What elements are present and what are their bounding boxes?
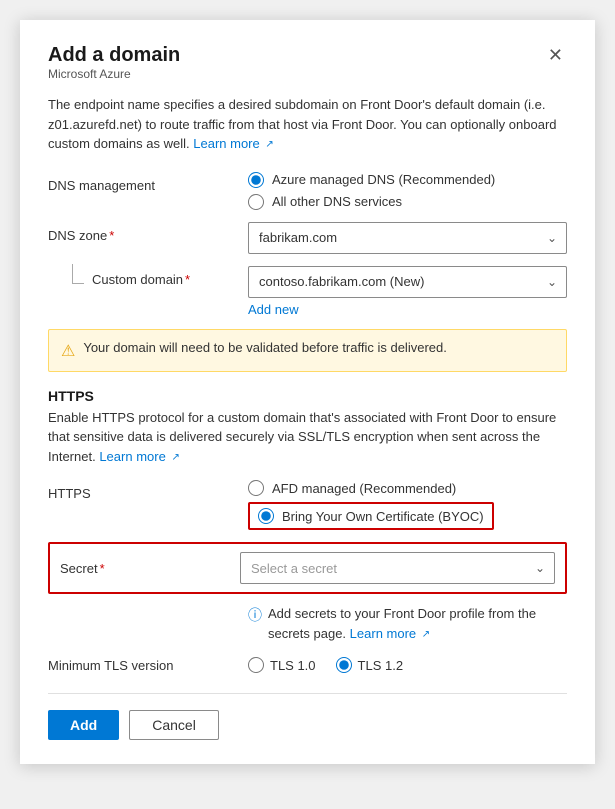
secret-learn-more-link[interactable]: Learn more ↗	[350, 626, 431, 641]
learn-more-link-1[interactable]: Learn more ↗	[193, 136, 274, 151]
external-link-icon-2: ↗	[171, 452, 179, 463]
secret-info-text: Add secrets to your Front Door profile f…	[268, 604, 567, 643]
add-domain-dialog: Add a domain Microsoft Azure ✕ The endpo…	[20, 20, 595, 764]
info-icon: ⓘ	[248, 605, 262, 625]
dns-zone-label: DNS zone*	[48, 222, 248, 243]
secret-label: Secret*	[60, 561, 240, 576]
https-section-title: HTTPS	[48, 388, 567, 404]
dns-management-label: DNS management	[48, 172, 248, 193]
tls-1-0-option[interactable]: TLS 1.0	[248, 657, 316, 673]
custom-domain-control: contoso.fabrikam.com (New) ⌄ Add new	[248, 266, 567, 317]
https-section-description: Enable HTTPS protocol for a custom domai…	[48, 408, 567, 467]
external-link-icon-1: ↗	[265, 139, 273, 150]
tls-1-2-radio[interactable]	[336, 657, 352, 673]
https-afd-radio[interactable]	[248, 480, 264, 496]
warning-text: Your domain will need to be validated be…	[83, 340, 447, 355]
dns-azure-option[interactable]: Azure managed DNS (Recommended)	[248, 172, 567, 188]
https-options: AFD managed (Recommended) Bring Your Own…	[248, 480, 567, 530]
https-byoc-radio[interactable]	[258, 508, 274, 524]
secret-select[interactable]: Select a secret	[240, 552, 555, 584]
tls-row: Minimum TLS version TLS 1.0 TLS 1.2	[48, 657, 567, 673]
dns-management-row: DNS management Azure managed DNS (Recomm…	[48, 172, 567, 210]
indent-indicator	[72, 264, 84, 284]
tls-1-0-radio[interactable]	[248, 657, 264, 673]
close-button[interactable]: ✕	[544, 44, 567, 66]
secret-row: Secret* Select a secret ⌄	[48, 542, 567, 594]
dns-zone-control: fabrikam.com ⌄	[248, 222, 567, 254]
custom-domain-row: Custom domain* contoso.fabrikam.com (New…	[48, 266, 567, 317]
dns-other-radio[interactable]	[248, 194, 264, 210]
byoc-highlight-box: Bring Your Own Certificate (BYOC)	[248, 502, 494, 530]
warning-icon: ⚠	[61, 341, 75, 361]
secret-info-row: ⓘ Add secrets to your Front Door profile…	[48, 604, 567, 643]
https-learn-more-link[interactable]: Learn more ↗	[99, 449, 180, 464]
https-section: HTTPS Enable HTTPS protocol for a custom…	[48, 388, 567, 531]
validation-warning: ⚠ Your domain will need to be validated …	[48, 329, 567, 372]
dialog-description: The endpoint name specifies a desired su…	[48, 95, 567, 154]
tls-label: Minimum TLS version	[48, 658, 248, 673]
dns-management-options: Azure managed DNS (Recommended) All othe…	[248, 172, 567, 210]
dialog-header: Add a domain Microsoft Azure ✕	[48, 44, 567, 93]
https-options-row: HTTPS AFD managed (Recommended) Bring Yo…	[48, 480, 567, 530]
tls-1-2-option[interactable]: TLS 1.2	[336, 657, 404, 673]
secret-select-wrapper: Select a secret ⌄	[240, 552, 555, 584]
dns-azure-radio[interactable]	[248, 172, 264, 188]
dialog-subtitle: Microsoft Azure	[48, 67, 180, 81]
add-new-link[interactable]: Add new	[248, 302, 299, 317]
custom-domain-label: Custom domain*	[72, 266, 248, 287]
dialog-footer: Add Cancel	[48, 693, 567, 740]
tls-options: TLS 1.0 TLS 1.2	[248, 657, 403, 673]
dns-zone-row: DNS zone* fabrikam.com ⌄	[48, 222, 567, 254]
dialog-title: Add a domain	[48, 44, 180, 67]
dns-other-option[interactable]: All other DNS services	[248, 194, 567, 210]
custom-domain-select-wrapper: contoso.fabrikam.com (New) ⌄	[248, 266, 567, 298]
https-byoc-option[interactable]: Bring Your Own Certificate (BYOC)	[248, 502, 567, 530]
add-button[interactable]: Add	[48, 710, 119, 740]
dns-zone-select[interactable]: fabrikam.com	[248, 222, 567, 254]
dns-zone-select-wrapper: fabrikam.com ⌄	[248, 222, 567, 254]
https-afd-option[interactable]: AFD managed (Recommended)	[248, 480, 567, 496]
https-label: HTTPS	[48, 480, 248, 501]
cancel-button[interactable]: Cancel	[129, 710, 219, 740]
custom-domain-select[interactable]: contoso.fabrikam.com (New)	[248, 266, 567, 298]
external-link-icon-3: ↗	[422, 629, 430, 640]
